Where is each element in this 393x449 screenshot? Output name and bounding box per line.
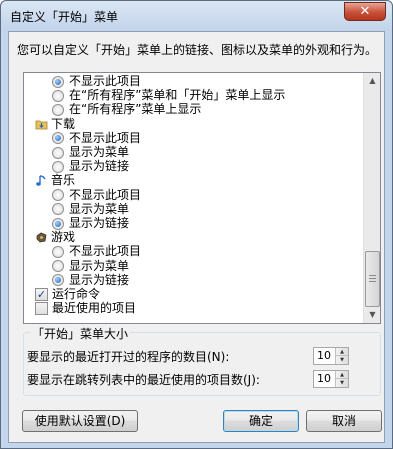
radio-checked[interactable] [52,274,64,287]
stepper-up-icon[interactable]: ▲ [336,348,348,356]
list-row-label: 不显示此项目 [69,130,142,145]
recent-programs-label: 要显示的最近打开过的程序的数目(N): [27,350,230,364]
ok-button[interactable]: 确定 [223,410,299,432]
radio-option[interactable]: 不显示此项目 [52,131,141,146]
scroll-up-icon[interactable]: ▲ [365,73,380,89]
list-row-label: 下载 [51,116,76,131]
recent-programs-value[interactable]: 10 [317,349,331,362]
window-title: 自定义「开始」菜单 [10,10,119,24]
vertical-scrollbar[interactable]: ▲ ▼ [363,73,380,323]
radio-option[interactable]: 不显示此项目 [52,74,141,89]
checkbox-checked[interactable]: ✓ [35,288,48,301]
start-menu-options-list[interactable]: 不显示此项目 在“所有程序”菜单和「开始」菜单上显示 在“所有程序”菜单上显示 下载不… [23,72,381,324]
list-row-label: 不显示此项目 [69,244,142,259]
radio-unchecked[interactable] [52,245,64,258]
stepper-down-icon[interactable]: ▼ [336,356,348,364]
checkbox-unchecked[interactable] [35,302,48,316]
list-row-label: 显示为链接 [69,216,130,230]
dialog-client: 您可以自定义「开始」菜单上的链接、图标以及菜单的外观和行为。 不显示此项目 在“所… [8,31,385,443]
radio-checked[interactable] [52,75,64,88]
radio-option[interactable]: 在“所有程序”菜单上显示 [52,102,201,117]
list-row-label: 游戏 [51,230,76,245]
list-row-label: 在“所有程序”菜单和「开始」菜单上显示 [69,88,286,103]
radio-option[interactable]: 显示为菜单 [52,145,129,160]
title-bar[interactable]: 自定义「开始」菜单 ✕ [1,1,392,31]
stepper-down-icon[interactable]: ▼ [336,379,348,387]
list-row-label: 最近使用的项目 [52,301,137,316]
radio-option[interactable]: 在“所有程序”菜单和「开始」菜单上显示 [52,88,285,103]
list-row-label: 音乐 [51,173,76,188]
list-row-label: 显示为菜单 [69,201,130,216]
jump-list-stepper[interactable]: 10 ▲ ▼ [313,370,349,388]
close-button[interactable]: ✕ [344,2,386,21]
games-icon [35,231,48,244]
radio-unchecked[interactable] [52,103,64,116]
close-icon: ✕ [359,4,371,19]
radio-option[interactable]: 显示为链接 [52,159,129,174]
jump-list-label: 要显示在跳转列表中的最近使用的项目数(J): [27,373,260,387]
menu-size-group: 「开始」菜单大小 要显示的最近打开过的程序的数目(N): 10 ▲ ▼ 要显示在… [23,325,381,396]
radio-unchecked[interactable] [52,160,64,173]
music-note-icon [35,174,48,187]
list-row-label: 显示为菜单 [69,145,130,159]
menu-size-group-title: 「开始」菜单大小 [30,325,131,342]
radio-unchecked[interactable] [52,89,64,102]
radio-option[interactable]: 显示为菜单 [52,259,129,274]
options-list-content: 不显示此项目 在“所有程序”菜单和「开始」菜单上显示 在“所有程序”菜单上显示 下载不… [24,73,363,323]
cancel-button[interactable]: 取消 [306,410,382,432]
scroll-down-icon[interactable]: ▼ [365,307,380,323]
radio-unchecked[interactable] [52,189,64,202]
radio-option[interactable]: 显示为菜单 [52,202,129,217]
list-row-label: 显示为链接 [69,159,130,174]
radio-unchecked[interactable] [52,146,64,159]
dialog-window: 自定义「开始」菜单 ✕ 您可以自定义「开始」菜单上的链接、图标以及菜单的外观和行… [0,0,393,449]
radio-option[interactable]: 不显示此项目 [52,188,141,203]
list-row-label: 不显示此项目 [69,187,142,202]
list-category: 音乐 [35,173,75,188]
list-row-label: 显示为菜单 [69,258,130,273]
folder-download-icon [35,118,48,131]
use-defaults-button[interactable]: 使用默认设置(D) [22,410,138,432]
radio-option[interactable]: 显示为链接 [52,216,129,231]
checkbox-option[interactable]: ✓ 运行命令 [35,287,100,302]
radio-checked[interactable] [52,132,64,145]
radio-unchecked[interactable] [52,203,64,216]
radio-option[interactable]: 不显示此项目 [52,244,141,259]
radio-checked[interactable] [52,217,64,230]
radio-option[interactable]: 显示为链接 [52,273,129,288]
stepper-up-icon[interactable]: ▲ [336,371,348,379]
dialog-description: 您可以自定义「开始」菜单上的链接、图标以及菜单的外观和行为。 [17,43,378,57]
list-row-label: 显示为链接 [69,272,130,287]
list-row-label: 运行命令 [52,287,101,301]
list-category: 下载 [35,117,75,132]
scroll-thumb[interactable] [365,251,380,307]
recent-programs-stepper[interactable]: 10 ▲ ▼ [313,347,349,365]
radio-unchecked[interactable] [52,260,64,273]
list-row-label: 不显示此项目 [69,74,142,88]
checkbox-option[interactable]: 最近使用的项目 [35,301,136,316]
list-row-label: 在“所有程序”菜单上显示 [69,102,202,117]
jump-list-value[interactable]: 10 [317,372,331,385]
list-category: 游戏 [35,230,75,245]
